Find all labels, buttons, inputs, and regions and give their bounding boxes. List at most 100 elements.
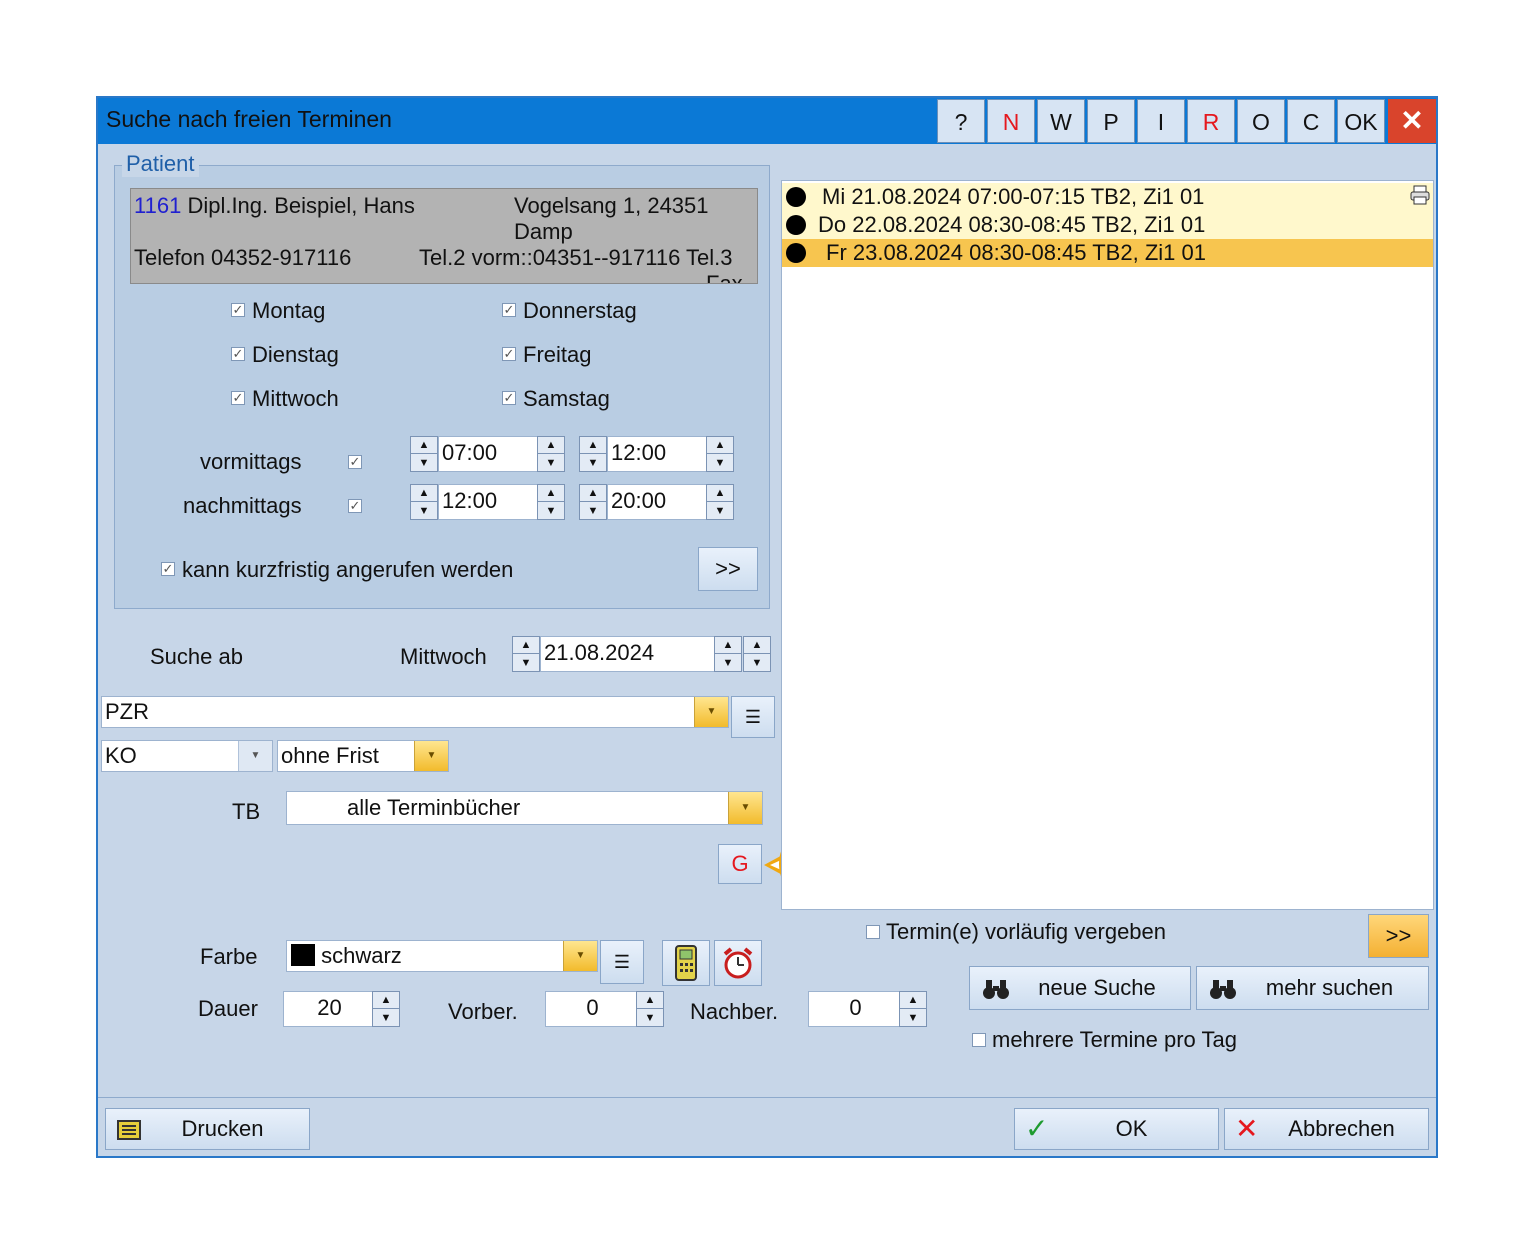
cancel-label: Abbrechen <box>1288 1116 1395 1141</box>
checkbox-montag[interactable]: ✓ <box>231 303 245 317</box>
neue-suche-label: neue Suche <box>1038 975 1156 1000</box>
list-insert-icon[interactable]: ☰ <box>731 696 775 738</box>
title-button-o[interactable]: O <box>1237 99 1285 143</box>
vorm-to-spinner[interactable]: ▲ ▼ <box>579 436 607 472</box>
label-montag: Montag <box>252 298 326 323</box>
nachm-to-spinner[interactable]: ▲ ▼ <box>579 484 607 520</box>
printer-icon[interactable] <box>1410 185 1430 205</box>
chevron-down-icon[interactable]: ▼ <box>414 741 448 771</box>
label-vorber: Vorber. <box>448 999 518 1024</box>
checkbox-mehrere[interactable] <box>972 1033 986 1047</box>
results-list[interactable]: Mi 21.08.2024 07:00-07:15 TB2, Zi1 01 Do… <box>781 180 1434 910</box>
search-weekday: Mittwoch <box>400 644 487 669</box>
vorm-to-spinner-right[interactable]: ▲ ▼ <box>706 436 734 472</box>
title-button-n[interactable]: N <box>987 99 1035 143</box>
nachm-to-spinner-right[interactable]: ▲ ▼ <box>706 484 734 520</box>
title-button-p[interactable]: P <box>1087 99 1135 143</box>
dauer-field[interactable]: 20 <box>283 991 373 1027</box>
vorm-to-field[interactable]: 12:00 <box>607 436 707 472</box>
print-label: Drucken <box>181 1116 264 1141</box>
title-button-r[interactable]: R <box>1187 99 1235 143</box>
ko-combo-value: KO <box>105 743 137 768</box>
color-swatch <box>291 944 315 966</box>
print-icon <box>116 1115 142 1155</box>
patient-number[interactable]: 1161 <box>134 193 181 218</box>
ok-button[interactable]: ✓ OK <box>1014 1108 1219 1150</box>
checkbox-freitag[interactable]: ✓ <box>502 347 516 361</box>
print-button[interactable]: Drucken <box>105 1108 310 1150</box>
nachm-from-spinner-right[interactable]: ▲ ▼ <box>537 484 565 520</box>
color-list-icon[interactable]: ☰ <box>600 940 644 984</box>
label-farbe: Farbe <box>200 944 258 969</box>
frist-combo-value: ohne Frist <box>281 743 379 768</box>
title-button-c[interactable]: C <box>1287 99 1335 143</box>
checkbox-donnerstag[interactable]: ✓ <box>502 303 516 317</box>
label-samstag: Samstag <box>523 386 610 411</box>
patient-address-line2: Damp <box>514 219 573 244</box>
search-date-field[interactable]: 21.08.2024 <box>540 636 716 672</box>
title-button-w[interactable]: W <box>1037 99 1085 143</box>
date-spinner-right2[interactable]: ▲ ▼ <box>743 636 771 672</box>
checkbox-mittwoch[interactable]: ✓ <box>231 391 245 405</box>
dauer-spinner[interactable]: ▲ ▼ <box>372 991 400 1027</box>
right-more-button[interactable]: >> <box>1368 914 1429 958</box>
label-vorlaeufig: Termin(e) vorläufig vergeben <box>886 919 1167 944</box>
window-title: Suche nach freien Terminen <box>106 106 392 132</box>
g-button[interactable]: G <box>718 844 762 884</box>
list-item-selected[interactable]: Fr 23.08.2024 08:30-08:45 TB2, Zi1 01 <box>782 239 1433 267</box>
chevron-down-icon[interactable]: ▼ <box>238 741 272 771</box>
vorm-from-spinner-right[interactable]: ▲ ▼ <box>537 436 565 472</box>
date-spinner-left[interactable]: ▲ ▼ <box>512 636 540 672</box>
title-button-i[interactable]: I <box>1137 99 1185 143</box>
checkbox-vorlaeufig[interactable] <box>866 925 880 939</box>
color-combo[interactable]: schwarz <box>286 940 598 972</box>
result-text: Fr 23.08.2024 08:30-08:45 TB2, Zi1 01 <box>826 240 1206 265</box>
date-spinner-right[interactable]: ▲ ▼ <box>714 636 742 672</box>
patient-group-label: Patient <box>122 151 199 177</box>
chevron-down-icon[interactable]: ▼ <box>694 697 728 727</box>
vorber-spinner[interactable]: ▲ ▼ <box>636 991 664 1027</box>
patient-fax-partial: Fax <box>706 271 743 284</box>
checkbox-vormittags[interactable]: ✓ <box>348 455 362 469</box>
status-dot <box>786 243 806 263</box>
label-vormittags: vormittags <box>200 449 302 474</box>
nachber-spinner[interactable]: ▲ ▼ <box>899 991 927 1027</box>
title-ok-button[interactable]: OK <box>1337 99 1385 143</box>
tb-combo[interactable]: alle Terminbücher <box>286 791 763 825</box>
list-item[interactable]: Mi 21.08.2024 07:00-07:15 TB2, Zi1 01 <box>782 183 1433 211</box>
vorm-from-field[interactable]: 07:00 <box>438 436 538 472</box>
label-nachmittags: nachmittags <box>183 493 302 518</box>
patient-more-button[interactable]: >> <box>698 547 758 591</box>
list-item[interactable]: Do 22.08.2024 08:30-08:45 TB2, Zi1 01 <box>782 211 1433 239</box>
checkbox-samstag[interactable]: ✓ <box>502 391 516 405</box>
patient-phone: Telefon 04352-917116 <box>134 245 352 270</box>
nachm-from-field[interactable]: 12:00 <box>438 484 538 520</box>
nachm-to-field[interactable]: 20:00 <box>607 484 707 520</box>
vorm-from-spinner[interactable]: ▲ ▼ <box>410 436 438 472</box>
help-button[interactable]: ? <box>937 99 985 143</box>
tb-combo-value: alle Terminbücher <box>347 795 521 820</box>
alarm-clock-icon[interactable] <box>714 940 762 986</box>
label-mehrere: mehrere Termine pro Tag <box>992 1027 1237 1052</box>
vorber-field[interactable]: 0 <box>545 991 637 1027</box>
treatment-combo-value: PZR <box>105 699 149 724</box>
close-button[interactable]: ✕ <box>1388 99 1436 143</box>
chevron-down-icon[interactable]: ▼ <box>563 941 597 971</box>
checkbox-nachmittags[interactable]: ✓ <box>348 499 362 513</box>
neue-suche-button[interactable]: neue Suche <box>969 966 1191 1010</box>
checkbox-kurzfristig[interactable]: ✓ <box>161 562 175 576</box>
label-suche-ab: Suche ab <box>150 644 243 669</box>
binoculars-icon <box>1209 967 1237 1009</box>
treatment-combo[interactable]: PZR <box>101 696 729 728</box>
cancel-x-icon: ✕ <box>1235 1113 1259 1144</box>
chevron-down-icon[interactable]: ▼ <box>728 792 762 824</box>
patient-address-line1: Vogelsang 1, 24351 <box>514 193 709 218</box>
checkbox-dienstag[interactable]: ✓ <box>231 347 245 361</box>
patient-name: Dipl.Ing. Beispiel, Hans <box>187 193 415 218</box>
mobile-phone-icon[interactable] <box>662 940 710 986</box>
nachber-field[interactable]: 0 <box>808 991 900 1027</box>
mehr-suchen-button[interactable]: mehr suchen <box>1196 966 1429 1010</box>
cancel-button[interactable]: ✕ Abbrechen <box>1224 1108 1429 1150</box>
nachm-from-spinner[interactable]: ▲ ▼ <box>410 484 438 520</box>
label-dauer: Dauer <box>198 996 258 1021</box>
